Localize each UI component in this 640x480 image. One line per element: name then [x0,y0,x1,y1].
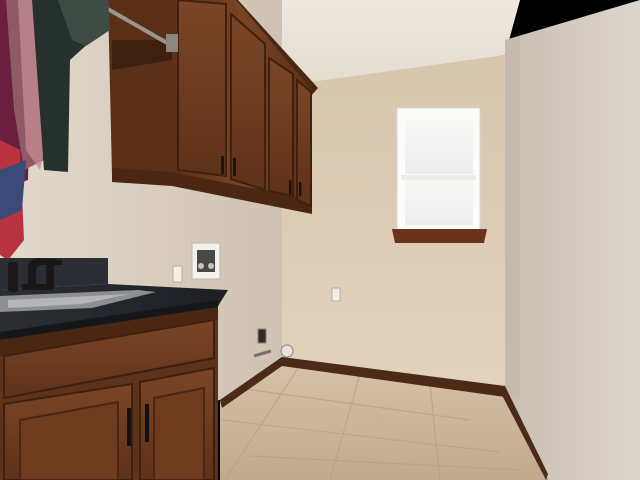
cabinet-handle [221,156,224,174]
cabinet-door [268,56,294,198]
window [396,107,481,231]
cabinet-door [177,0,227,178]
faucet [8,258,62,292]
dryer-outlet [257,328,267,344]
window-upper-pane [405,120,473,174]
cabinet-handle [233,158,236,176]
laundry-room-photo [0,0,640,480]
cabinet-handle [299,182,302,196]
cabinet-handle [289,180,292,194]
window-sill [392,229,487,243]
vanity-handle [127,408,131,446]
electrical-outlet [172,265,183,283]
vanity-handle [145,404,149,442]
light-switch [331,287,341,302]
window-lower-pane [405,180,473,225]
washer-box [191,242,221,280]
cabinet-door [230,11,266,192]
right-wall [505,0,640,480]
